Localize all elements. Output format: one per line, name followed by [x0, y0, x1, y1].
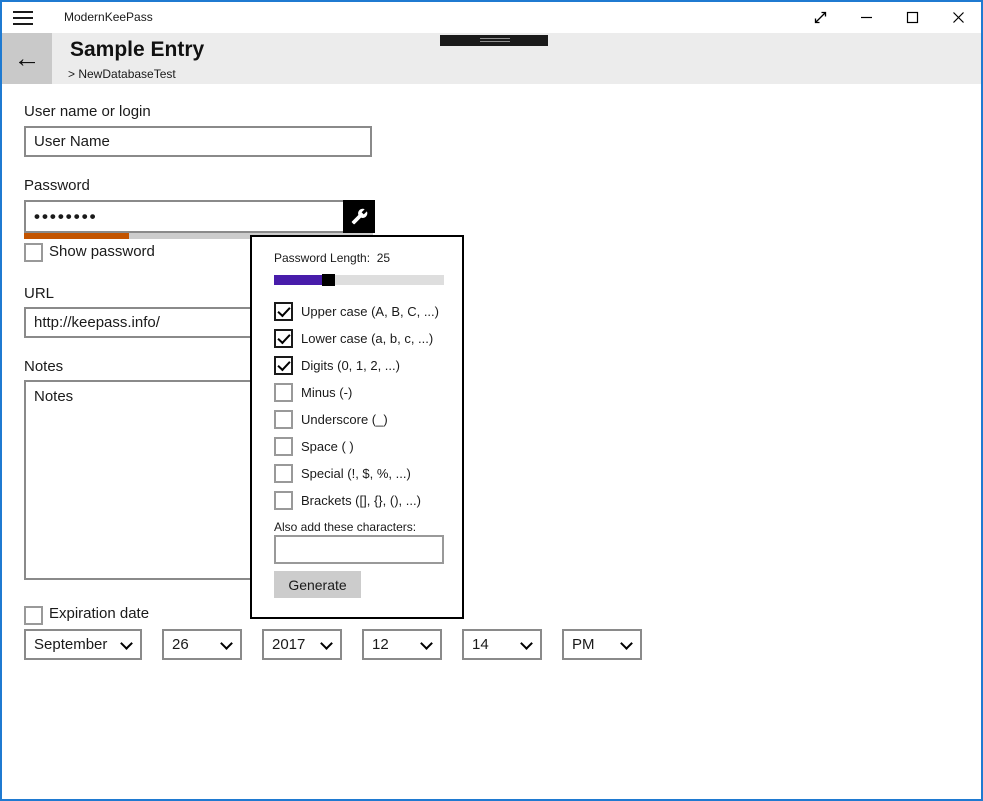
- ampm-select[interactable]: PM: [562, 629, 642, 660]
- password-generator-button[interactable]: [343, 200, 375, 233]
- username-input[interactable]: [24, 126, 372, 157]
- checkbox[interactable]: [274, 410, 293, 429]
- back-button[interactable]: ←: [2, 33, 52, 84]
- checkbox[interactable]: [274, 491, 293, 510]
- app-window: ModernKeePass ← Sample Entry > NewDataba…: [0, 0, 983, 801]
- url-label: URL: [24, 285, 54, 302]
- year-select[interactable]: 2017: [262, 629, 342, 660]
- checkbox[interactable]: [274, 356, 293, 375]
- password-label: Password: [24, 177, 90, 194]
- username-label: User name or login: [24, 103, 151, 120]
- chevron-down-icon: [521, 637, 532, 648]
- password-length-label: Password Length: 25: [274, 251, 390, 265]
- generate-button[interactable]: Generate: [274, 571, 361, 598]
- option-minus[interactable]: Minus (-): [274, 383, 454, 405]
- minimize-button[interactable]: [844, 2, 888, 33]
- chevron-down-icon: [221, 637, 232, 648]
- password-generator-popup: Password Length: 25 Upper case (A, B, C,…: [250, 235, 464, 619]
- checkbox[interactable]: [274, 302, 293, 321]
- maximize-button[interactable]: [890, 2, 934, 33]
- appbar-handle[interactable]: [440, 35, 548, 46]
- title-bar: ModernKeePass: [2, 2, 981, 33]
- checkbox[interactable]: [274, 329, 293, 348]
- close-icon: [952, 11, 965, 24]
- minute-select[interactable]: 14: [462, 629, 542, 660]
- expiration-label: Expiration date: [49, 605, 149, 622]
- hamburger-menu-icon[interactable]: [13, 2, 39, 33]
- fullscreen-button[interactable]: [798, 2, 842, 33]
- checkbox[interactable]: [274, 437, 293, 456]
- wrench-icon: [351, 208, 368, 225]
- slider-fill: [274, 275, 322, 285]
- breadcrumb: > NewDatabaseTest: [68, 67, 176, 81]
- hour-select[interactable]: 12: [362, 629, 442, 660]
- fullscreen-icon: [813, 10, 828, 25]
- also-add-label: Also add these characters:: [274, 520, 416, 534]
- chevron-down-icon: [321, 637, 332, 648]
- password-length-value: 25: [377, 251, 390, 265]
- password-length-slider[interactable]: [274, 275, 444, 285]
- show-password-label: Show password: [49, 243, 155, 260]
- page-header: ← Sample Entry > NewDatabaseTest: [2, 33, 981, 84]
- back-arrow-icon: ←: [14, 43, 41, 74]
- month-select[interactable]: September: [24, 629, 142, 660]
- checkbox[interactable]: [274, 464, 293, 483]
- option-special[interactable]: Special (!, $, %, ...): [274, 464, 454, 486]
- option-brackets[interactable]: Brackets ([], {}, (), ...): [274, 491, 454, 513]
- close-button[interactable]: [936, 2, 980, 33]
- option-uppercase[interactable]: Upper case (A, B, C, ...): [274, 302, 454, 324]
- maximize-icon: [906, 11, 919, 24]
- option-underscore[interactable]: Underscore (_): [274, 410, 454, 432]
- option-space[interactable]: Space ( ): [274, 437, 454, 459]
- expiration-checkbox[interactable]: [24, 606, 43, 625]
- day-select[interactable]: 26: [162, 629, 242, 660]
- checkbox[interactable]: [274, 383, 293, 402]
- show-password-checkbox[interactable]: [24, 243, 43, 262]
- option-lowercase[interactable]: Lower case (a, b, c, ...): [274, 329, 454, 351]
- slider-thumb[interactable]: [322, 274, 335, 286]
- chevron-down-icon: [121, 637, 132, 648]
- chevron-down-icon: [421, 637, 432, 648]
- page-title: Sample Entry: [70, 38, 204, 62]
- minimize-icon: [860, 11, 873, 24]
- option-digits[interactable]: Digits (0, 1, 2, ...): [274, 356, 454, 378]
- notes-label: Notes: [24, 358, 63, 375]
- also-add-input[interactable]: [274, 535, 444, 564]
- password-input[interactable]: [24, 200, 373, 233]
- chevron-down-icon: [621, 637, 632, 648]
- app-title: ModernKeePass: [64, 2, 153, 33]
